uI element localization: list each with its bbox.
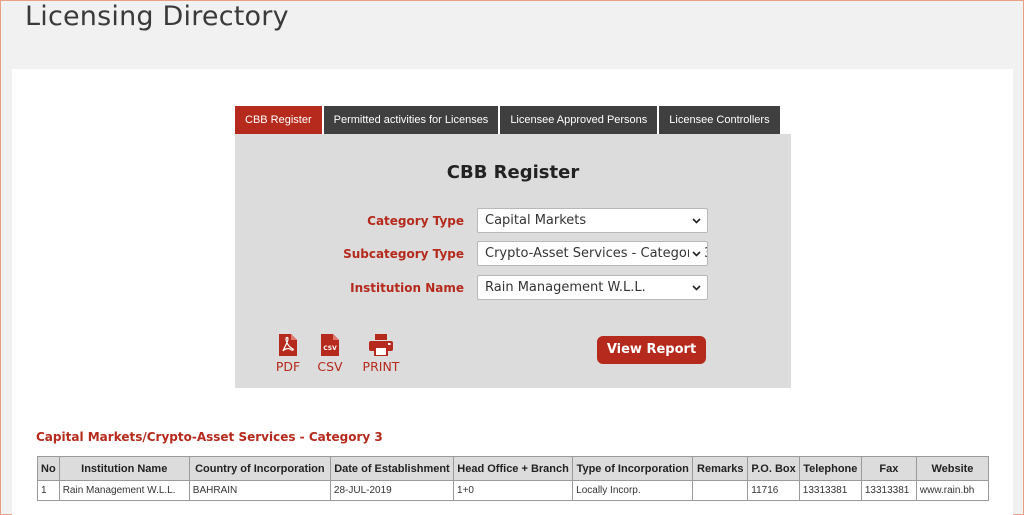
chevron-down-icon: [689, 242, 703, 265]
category-type-value: Capital Markets: [485, 213, 587, 228]
institution-name-row: Institution Name Rain Management W.L.L.: [235, 275, 791, 301]
cell-website[interactable]: www.rain.bh: [915, 480, 990, 501]
column-header: Date of Establishment: [329, 456, 455, 481]
subcategory-type-select[interactable]: Crypto-Asset Services - Category 3: [477, 241, 708, 266]
print-label: PRINT: [362, 359, 400, 374]
results-title: Capital Markets/Crypto-Asset Services - …: [36, 430, 383, 444]
column-header: Country of Incorporation: [188, 456, 331, 481]
view-report-button[interactable]: View Report: [597, 336, 706, 364]
subcategory-type-row: Subcategory Type Crypto-Asset Services -…: [235, 241, 791, 267]
column-header: Telephone: [798, 456, 862, 481]
column-header: No: [37, 456, 60, 481]
table-row: 1 Rain Management W.L.L. BAHRAIN 28-JUL-…: [37, 480, 990, 501]
tab-permitted-activities[interactable]: Permitted activities for Licenses: [323, 106, 499, 134]
export-csv-label: CSV: [317, 359, 343, 374]
cell-fax: 13313381: [860, 480, 917, 501]
cell-institution-name: Rain Management W.L.L.: [58, 480, 190, 501]
cell-date-established: 28-JUL-2019: [329, 480, 455, 501]
tab-bar: CBB Register Permitted activities for Li…: [235, 106, 782, 134]
page-title: Licensing Directory: [25, 1, 289, 32]
printer-icon: [369, 334, 393, 356]
column-header: Type of Incorporation: [572, 456, 694, 481]
csv-file-icon: CSV: [321, 334, 339, 356]
category-type-select[interactable]: Capital Markets: [477, 208, 708, 233]
column-header: Website: [915, 456, 990, 481]
main-panel: CBB Register Permitted activities for Li…: [12, 69, 1013, 515]
column-header: Remarks: [692, 456, 749, 481]
institution-name-select[interactable]: Rain Management W.L.L.: [477, 275, 708, 300]
cell-remarks: [692, 480, 749, 501]
results-table: No Institution Name Country of Incorpora…: [37, 456, 990, 501]
search-form: CBB Register Category Type Capital Marke…: [235, 134, 791, 388]
institution-name-value: Rain Management W.L.L.: [485, 280, 646, 295]
column-header: P.O. Box: [747, 456, 800, 481]
chevron-down-icon: [689, 209, 703, 232]
cell-po-box: 11716: [747, 480, 800, 501]
pdf-file-icon: [279, 334, 297, 356]
cell-country: BAHRAIN: [188, 480, 331, 501]
export-pdf-label: PDF: [275, 359, 301, 374]
cell-head-office-branch: 1+0: [453, 480, 574, 501]
table-header-row: No Institution Name Country of Incorpora…: [37, 456, 990, 481]
tab-approved-persons[interactable]: Licensee Approved Persons: [500, 106, 658, 134]
column-header: Fax: [860, 456, 917, 481]
cell-no: 1: [37, 480, 60, 501]
svg-text:CSV: CSV: [323, 345, 337, 352]
export-csv-button[interactable]: CSV CSV: [310, 334, 350, 374]
column-header: Institution Name: [58, 456, 190, 481]
column-header: Head Office + Branch: [453, 456, 574, 481]
form-heading: CBB Register: [446, 162, 580, 183]
chevron-down-icon: [689, 276, 703, 299]
cell-type-incorporation: Locally Incorp.: [572, 480, 694, 501]
category-type-row: Category Type Capital Markets: [235, 208, 791, 234]
category-type-label: Category Type: [367, 214, 464, 228]
print-button[interactable]: PRINT: [360, 334, 402, 374]
cell-telephone: 13313381: [798, 480, 862, 501]
subcategory-type-label: Subcategory Type: [343, 247, 464, 261]
subcategory-type-value: Crypto-Asset Services - Category 3: [485, 246, 708, 261]
tab-cbb-register[interactable]: CBB Register: [235, 106, 322, 134]
export-pdf-button[interactable]: PDF: [268, 334, 308, 374]
institution-name-label: Institution Name: [350, 281, 464, 295]
tab-licensee-controllers[interactable]: Licensee Controllers: [659, 106, 780, 134]
